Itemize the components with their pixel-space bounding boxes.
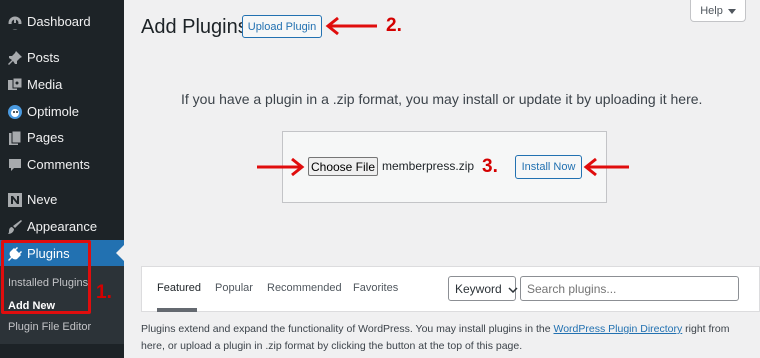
plugin-directory-link[interactable]: WordPress Plugin Directory	[553, 323, 682, 335]
neve-icon	[5, 190, 25, 210]
sidebar-item-label: Appearance	[27, 219, 98, 234]
plugins-description: Plugins extend and expand the functional…	[141, 321, 756, 355]
annotation-arrow-choose-file	[257, 157, 305, 177]
pin-icon	[5, 48, 25, 68]
sidebar-item-label: Dashboard	[27, 14, 91, 29]
sidebar-item-label: Neve	[27, 192, 58, 207]
search-type-value: Keyword	[455, 281, 502, 296]
page-title: Add Plugins	[141, 16, 248, 38]
chevron-down-icon	[508, 282, 518, 296]
upload-plugin-button[interactable]: Upload Plugin	[242, 15, 322, 38]
annotation-arrow-upload	[325, 16, 377, 36]
active-tab-indicator	[157, 308, 197, 312]
tab-favorites[interactable]: Favorites	[353, 282, 398, 294]
description-text-before: Plugins extend and expand the functional…	[141, 323, 554, 335]
active-menu-pointer	[116, 245, 124, 261]
sidebar-item-label: Comments	[27, 157, 90, 172]
pages-icon	[5, 128, 25, 148]
sidebar-item-label: Posts	[27, 50, 60, 65]
search-plugins-input[interactable]	[520, 276, 739, 301]
install-now-button[interactable]: Install Now	[515, 155, 582, 179]
tab-featured[interactable]: Featured	[157, 282, 201, 294]
sidebar-item-neve[interactable]: Neve	[0, 186, 124, 213]
dashboard-icon	[5, 12, 25, 32]
annotation-label-3: 3.	[482, 156, 498, 177]
annotation-label-2: 2.	[386, 15, 402, 36]
annotation-arrow-install	[583, 157, 629, 177]
search-type-select[interactable]: Keyword	[448, 276, 518, 301]
tab-popular[interactable]: Popular	[215, 282, 253, 294]
choose-file-button[interactable]: Choose File	[308, 157, 378, 176]
appearance-icon	[5, 217, 25, 237]
help-tab[interactable]: Help	[690, 0, 746, 22]
comment-icon	[5, 155, 25, 175]
selected-file-name: memberpress.zip	[382, 159, 475, 173]
sidebar-item-label: Media	[27, 77, 63, 92]
sidebar-item-posts[interactable]: Posts	[0, 44, 124, 71]
annotation-box-plugins	[1, 240, 91, 314]
upload-instructions: If you have a plugin in a .zip format, y…	[181, 91, 703, 107]
sidebar-item-dashboard[interactable]: Dashboard	[0, 8, 124, 35]
sidebar-item-comments[interactable]: Comments	[0, 151, 124, 178]
help-label: Help	[700, 4, 723, 17]
caret-down-icon	[727, 5, 736, 17]
tab-recommended[interactable]: Recommended	[267, 282, 342, 294]
sidebar-item-label: Pages	[27, 130, 64, 145]
submenu-item-plugin-file-editor[interactable]: Plugin File Editor	[8, 321, 91, 333]
sidebar-item-pages[interactable]: Pages	[0, 124, 124, 151]
annotation-label-1: 1.	[96, 282, 112, 303]
sidebar-item-appearance[interactable]: Appearance	[0, 213, 124, 240]
